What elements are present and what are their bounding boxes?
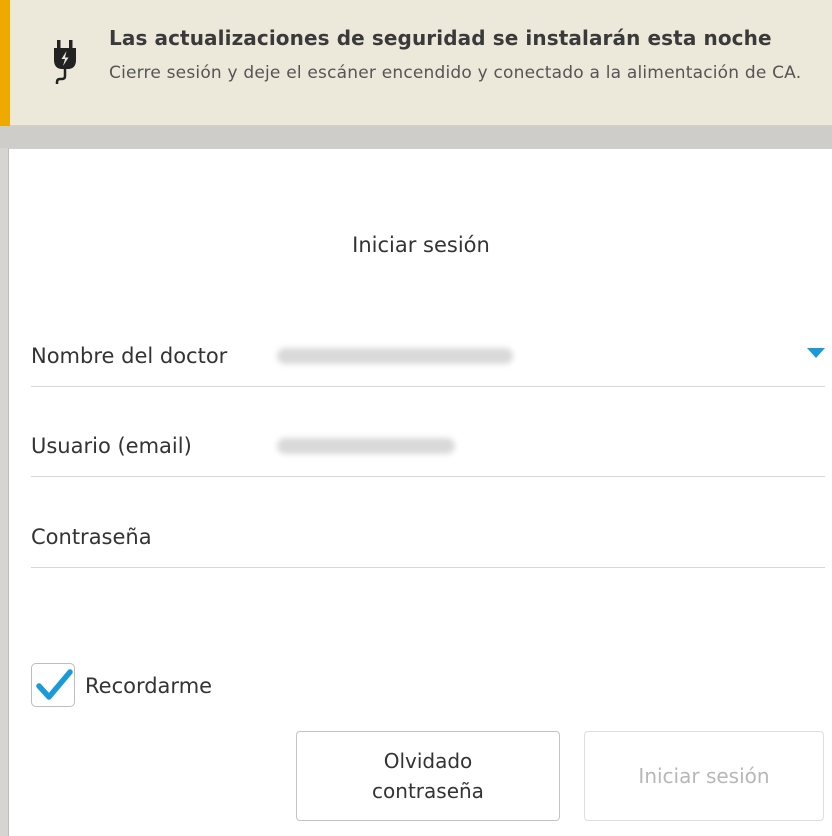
forgot-password-button[interactable]: Olvidado contraseña xyxy=(296,731,560,821)
forgot-password-label: Olvidado contraseña xyxy=(372,749,484,803)
security-update-banner: Las actualizaciones de seguridad se inst… xyxy=(0,0,832,126)
email-field[interactable]: Usuario (email) xyxy=(31,434,825,477)
panel-shadow xyxy=(0,126,832,148)
email-value-redacted xyxy=(277,438,455,454)
doctor-select[interactable]: Nombre del doctor xyxy=(31,344,825,387)
password-label: Contraseña xyxy=(31,525,152,549)
power-plug-icon xyxy=(50,38,80,94)
login-button[interactable]: Iniciar sesión xyxy=(584,731,824,821)
checkmark-icon xyxy=(36,669,73,700)
login-button-label: Iniciar sesión xyxy=(638,764,770,788)
login-panel: Iniciar sesión Nombre del doctor Usuario… xyxy=(8,148,832,836)
remember-checkbox[interactable] xyxy=(31,663,75,707)
doctor-value-redacted xyxy=(277,348,513,364)
banner-message: Cierre sesión y deje el escáner encendid… xyxy=(109,63,802,83)
login-title: Iniciar sesión xyxy=(352,233,490,257)
email-label: Usuario (email) xyxy=(31,434,192,458)
password-field[interactable]: Contraseña xyxy=(31,525,825,568)
dropdown-arrow-icon[interactable] xyxy=(807,348,825,358)
remember-label: Recordarme xyxy=(85,674,213,698)
banner-title: Las actualizaciones de seguridad se inst… xyxy=(109,26,772,50)
doctor-label: Nombre del doctor xyxy=(31,344,228,368)
